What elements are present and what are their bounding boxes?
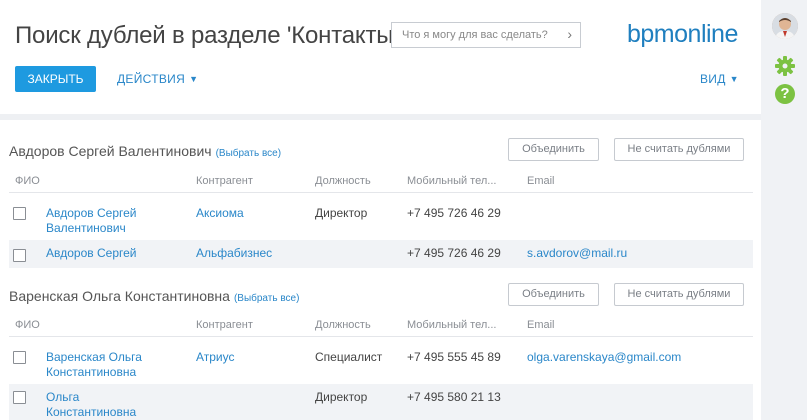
search-placeholder: Что я могу для вас сделать? <box>402 29 548 41</box>
row-checkbox[interactable] <box>13 351 26 364</box>
help-icon[interactable]: ? <box>775 84 795 104</box>
not-duplicates-button[interactable]: Не считать дублями <box>614 283 744 306</box>
column-header-job[interactable]: Должность <box>315 175 371 187</box>
column-header-phone[interactable]: Мобильный тел... <box>407 319 496 331</box>
column-header-name[interactable]: ФИО <box>15 175 40 187</box>
column-header-job[interactable]: Должность <box>315 319 371 331</box>
row-checkbox[interactable] <box>13 207 26 220</box>
group-title-text: Авдоров Сергей Валентинович <box>9 143 212 159</box>
main-panel: Поиск дублей в разделе 'Контакты' Что я … <box>0 0 761 420</box>
email-link[interactable]: s.avdorov@mail.ru <box>527 246 627 261</box>
column-header-account[interactable]: Контрагент <box>196 175 253 187</box>
column-header-name[interactable]: ФИО <box>15 319 40 331</box>
row-checkbox[interactable] <box>13 249 26 262</box>
actions-menu-button[interactable]: ДЕЙСТВИЯ ▼ <box>117 72 198 86</box>
column-header-account[interactable]: Контрагент <box>196 319 253 331</box>
chevron-right-icon[interactable]: › <box>567 26 572 42</box>
contact-name-link[interactable]: Авдоров Сергей Валентинович <box>46 206 166 236</box>
column-header-phone[interactable]: Мобильный тел... <box>407 175 496 187</box>
command-search-input[interactable]: Что я могу для вас сделать? › <box>391 22 581 48</box>
merge-button[interactable]: Объединить <box>508 283 599 306</box>
table-row[interactable]: Ольга Константиновна Директор +7 495 580… <box>9 384 753 420</box>
select-all-link[interactable]: (Выбрать все) <box>234 293 299 304</box>
contact-name-link[interactable]: Варенская Ольга Константиновна <box>46 350 166 380</box>
job-title: Директор <box>315 390 368 404</box>
header-divider <box>9 336 753 337</box>
bpmonline-logo: bpmonline <box>627 20 738 49</box>
user-avatar[interactable] <box>772 13 798 39</box>
account-link[interactable]: Альфабизнес <box>196 246 272 261</box>
close-button[interactable]: ЗАКРЫТЬ <box>15 66 96 92</box>
row-checkbox[interactable] <box>13 391 26 404</box>
avatar-image <box>772 13 798 39</box>
logo-text-left: bpm <box>627 20 675 48</box>
logo-text-right: online <box>674 20 738 48</box>
duplicate-group-title: Варенская Ольга Константиновна (Выбрать в… <box>9 288 299 304</box>
actions-label: ДЕЙСТВИЯ <box>117 72 186 86</box>
gear-icon[interactable] <box>775 56 795 76</box>
group-title-text: Варенская Ольга Константиновна <box>9 288 230 304</box>
caret-down-icon: ▼ <box>189 74 199 84</box>
table-row[interactable]: Авдоров Сергей Альфабизнес +7 495 726 46… <box>9 240 753 268</box>
merge-button[interactable]: Объединить <box>508 138 599 161</box>
view-menu-button[interactable]: ВИД ▼ <box>700 72 739 86</box>
job-title: Директор <box>315 206 368 220</box>
mobile-phone: +7 495 555 45 89 <box>407 350 501 364</box>
mobile-phone: +7 495 580 21 13 <box>407 390 501 404</box>
app-window: Поиск дублей в разделе 'Контакты' Что я … <box>0 0 807 420</box>
select-all-link[interactable]: (Выбрать все) <box>216 148 281 159</box>
page-title: Поиск дублей в разделе 'Контакты' <box>15 22 398 49</box>
mobile-phone: +7 495 726 46 29 <box>407 246 501 260</box>
duplicate-group-title: Авдоров Сергей Валентинович (Выбрать все) <box>9 143 281 159</box>
column-header-email[interactable]: Email <box>527 175 555 187</box>
section-divider <box>0 114 761 120</box>
account-link[interactable]: Атриус <box>196 350 234 365</box>
not-duplicates-button[interactable]: Не считать дублями <box>614 138 744 161</box>
caret-down-icon: ▼ <box>729 74 739 84</box>
job-title: Специалист <box>315 350 383 364</box>
view-label: ВИД <box>700 72 726 86</box>
mobile-phone: +7 495 726 46 29 <box>407 206 501 220</box>
contact-name-link[interactable]: Ольга Константиновна <box>46 390 146 420</box>
column-header-email[interactable]: Email <box>527 319 555 331</box>
account-link[interactable]: Аксиома <box>196 206 244 221</box>
email-link[interactable]: olga.varenskaya@gmail.com <box>527 350 681 365</box>
header-divider <box>9 192 753 193</box>
contact-name-link[interactable]: Авдоров Сергей <box>46 246 136 261</box>
